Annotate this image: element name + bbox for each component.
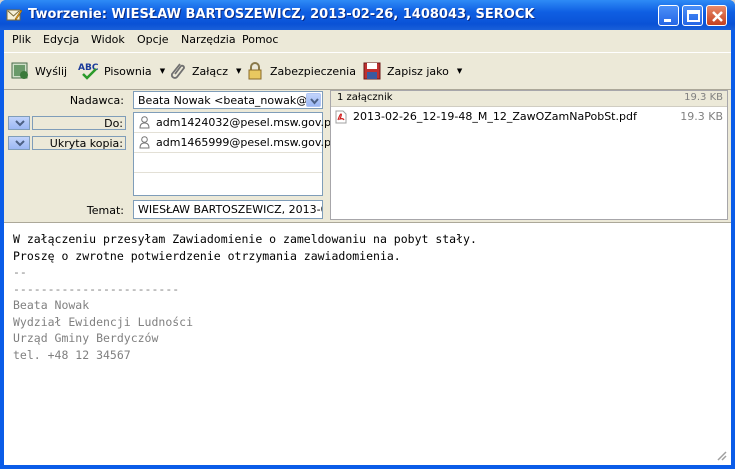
from-label: Nadawca:: [69, 94, 124, 107]
recipients-list[interactable]: adm1424032@pesel.msw.gov.pl adm1465999@p…: [133, 112, 334, 196]
close-button[interactable]: [706, 5, 727, 26]
attach-label: Załącz: [192, 64, 228, 78]
spellcheck-icon: ABC: [78, 63, 99, 80]
signature-separator: --: [13, 265, 27, 279]
attach-dropdown-arrow-icon[interactable]: ▼: [236, 67, 241, 75]
spelling-dropdown-arrow-icon[interactable]: ▼: [160, 67, 165, 75]
attach-button[interactable]: Załącz ▼: [166, 58, 241, 84]
maximize-icon: [687, 10, 700, 22]
body-line: W załączeniu przesyłam Zawiadomienie o z…: [13, 232, 477, 246]
recipient-address: adm1424032@pesel.msw.gov.pl: [156, 116, 335, 129]
send-button[interactable]: Wyślij: [9, 58, 67, 84]
from-value: Beata Nowak <beata_nowak@...: [138, 94, 318, 107]
resize-grip-icon[interactable]: [715, 449, 727, 461]
recipient-row-empty[interactable]: [134, 173, 322, 193]
chevron-down-icon: [15, 140, 25, 147]
paperclip-icon: [170, 63, 185, 79]
attachments-pane: 1 załącznik 19.3 KB 2013-02-26_12-19-48_…: [330, 90, 728, 220]
subject-input[interactable]: WIESŁAW BARTOSZEWICZ, 2013-02: [133, 200, 323, 219]
attachment-size: 19.3 KB: [680, 110, 723, 123]
bcc-type-box[interactable]: Ukryta kopia:: [32, 136, 126, 150]
menu-bar: Plik Edycja Widok Opcje Narzędzia Pomoc: [4, 30, 731, 50]
signature-department: Wydział Ewidencji Ludności: [13, 314, 194, 329]
save-as-button[interactable]: Zapisz jako ▼: [361, 58, 462, 84]
attachment-count: 1 załącznik: [337, 92, 393, 103]
close-icon: [712, 11, 723, 22]
recipient-row-empty[interactable]: [134, 153, 322, 173]
chevron-down-icon: [310, 98, 319, 105]
message-header: Nadawca: Beata Nowak <beata_nowak@... Do…: [4, 90, 731, 222]
from-dropdown-button[interactable]: [306, 93, 321, 107]
window-title: Tworzenie: WIESŁAW BARTOSZEWICZ, 2013-02…: [28, 7, 535, 22]
svg-text:ABC: ABC: [78, 63, 99, 73]
menu-narzedzia[interactable]: Narzędzia: [181, 33, 236, 46]
send-icon: [11, 62, 28, 79]
security-button[interactable]: Zabezpieczenia ▼: [244, 58, 369, 84]
menu-edycja[interactable]: Edycja: [43, 33, 79, 46]
spelling-label: Pisownia: [104, 64, 152, 78]
window-border-right: [731, 30, 735, 469]
to-type-dropdown[interactable]: [8, 116, 30, 130]
from-combobox[interactable]: Beata Nowak <beata_nowak@...: [133, 91, 323, 109]
attachment-name: 2013-02-26_12-19-48_M_12_ZawOZamNaPobSt.…: [353, 110, 637, 123]
toolbar: Wyślij ABC Pisownia ▼ Załącz ▼ Zabezpiec…: [4, 52, 731, 90]
to-label: Do:: [104, 117, 123, 130]
person-icon: [139, 136, 150, 149]
recipient-address: adm1465999@pesel.msw.gov.pl: [156, 136, 335, 149]
compose-app-icon: [6, 9, 22, 21]
save-as-label: Zapisz jako: [387, 64, 449, 78]
maximize-button[interactable]: [682, 5, 703, 26]
to-type-box[interactable]: Do:: [32, 116, 126, 130]
attachments-total-size: 19.3 KB: [684, 92, 723, 103]
pdf-file-icon: [335, 110, 347, 124]
body-line: Proszę o zwrotne potwierdzenie otrzymani…: [13, 248, 401, 263]
save-as-dropdown-arrow-icon[interactable]: ▼: [457, 67, 462, 75]
person-icon: [139, 116, 150, 129]
recipient-row[interactable]: adm1424032@pesel.msw.gov.pl: [134, 113, 334, 133]
signature-name: Beata Nowak: [13, 298, 90, 312]
message-body-editor[interactable]: W załączeniu przesyłam Zawiadomienie o z…: [4, 222, 731, 465]
menu-opcje[interactable]: Opcje: [137, 33, 169, 46]
lock-icon: [248, 62, 262, 80]
minimize-icon: [664, 19, 671, 22]
send-label: Wyślij: [35, 64, 68, 78]
chevron-down-icon: [15, 120, 25, 127]
attachments-header: 1 załącznik 19.3 KB: [331, 91, 727, 107]
menu-plik[interactable]: Plik: [12, 33, 31, 46]
title-bar[interactable]: Tworzenie: WIESŁAW BARTOSZEWICZ, 2013-02…: [0, 0, 735, 30]
signature-phone: tel. +48 12 34567: [13, 347, 131, 362]
message-body-text: W załączeniu przesyłam Zawiadomienie o z…: [13, 231, 477, 363]
attachment-item[interactable]: 2013-02-26_12-19-48_M_12_ZawOZamNaPobSt.…: [331, 108, 727, 126]
signature-rule: ------------------------: [13, 281, 180, 296]
bcc-type-dropdown[interactable]: [8, 136, 30, 150]
recipient-row[interactable]: adm1465999@pesel.msw.gov.pl: [134, 133, 334, 153]
bcc-label: Ukryta kopia:: [49, 137, 123, 150]
menu-pomoc[interactable]: Pomoc: [242, 33, 278, 46]
security-label: Zabezpieczenia: [270, 64, 356, 78]
floppy-disk-icon: [363, 62, 381, 80]
subject-label: Temat:: [86, 204, 124, 217]
subject-value: WIESŁAW BARTOSZEWICZ, 2013-02: [138, 203, 323, 216]
menu-widok[interactable]: Widok: [91, 33, 125, 46]
signature-organization: Urząd Gminy Berdyczów: [13, 331, 159, 345]
spelling-button[interactable]: ABC Pisownia ▼: [78, 58, 165, 84]
minimize-button[interactable]: [658, 5, 679, 26]
